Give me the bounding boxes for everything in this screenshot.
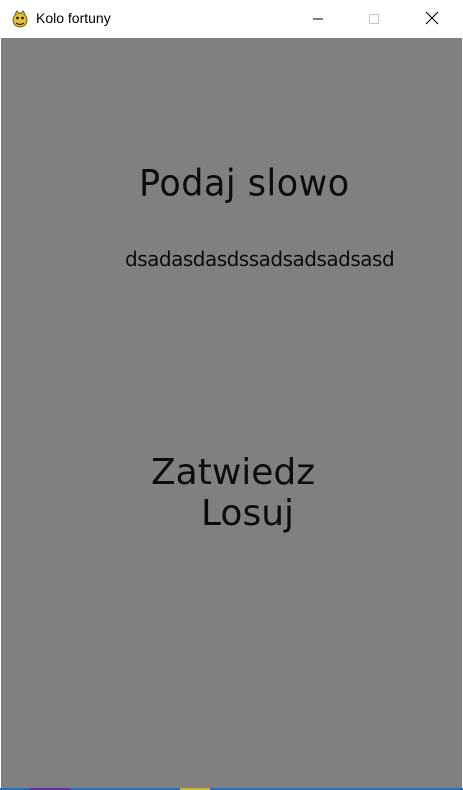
pygame-snake-icon <box>10 9 30 29</box>
confirm-button[interactable]: Zatwiedz <box>151 452 315 493</box>
app-window: Kolo fortuny Podaj slowo dsadasdasdssads… <box>0 0 463 790</box>
word-input-display[interactable]: dsadasdasdssadsadsadsasd <box>125 240 395 278</box>
title-bar[interactable]: Kolo fortuny <box>0 0 463 38</box>
draw-button[interactable]: Losuj <box>201 493 294 534</box>
minimize-button[interactable] <box>295 0 341 38</box>
maximize-icon <box>368 10 380 29</box>
game-canvas[interactable]: Podaj slowo dsadasdasdssadsadsadsasd Zat… <box>1 38 462 788</box>
window-title: Kolo fortuny <box>36 10 111 26</box>
page-title: Podaj slowo <box>139 163 350 205</box>
close-icon <box>425 10 439 29</box>
minimize-icon <box>312 10 324 29</box>
maximize-button[interactable] <box>351 0 397 38</box>
close-button[interactable] <box>409 0 455 38</box>
